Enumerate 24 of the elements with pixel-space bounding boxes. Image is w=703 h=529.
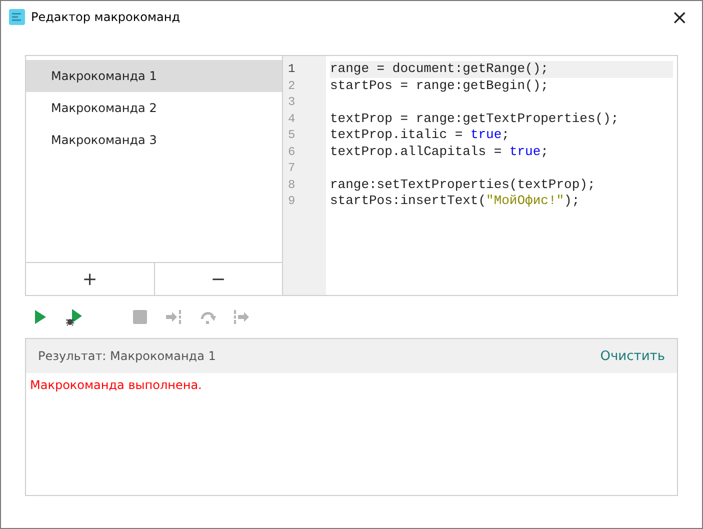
code-line: textProp.allCapitals = true; bbox=[330, 144, 550, 160]
debug-run-icon[interactable] bbox=[65, 308, 83, 326]
line-number: 8 bbox=[287, 176, 296, 193]
code-line: startPos:insertText("МойОфис!"); bbox=[330, 193, 581, 210]
line-number: 5 bbox=[287, 127, 296, 144]
result-message: Макрокоманда выполнена. bbox=[29, 377, 203, 394]
close-button[interactable]: × bbox=[665, 6, 694, 26]
macro-list-item[interactable]: Макрокоманда 3 bbox=[26, 124, 282, 156]
code-line: range:setTextProperties(textProp); bbox=[330, 176, 596, 193]
line-number: 6 bbox=[287, 144, 296, 160]
code-line: textProp.italic = true; bbox=[330, 127, 510, 144]
line-number: 7 bbox=[287, 160, 296, 176]
code-line: startPos = range:getBegin(); bbox=[330, 78, 550, 94]
macro-list-item[interactable]: Макрокоманда 1 bbox=[26, 60, 282, 92]
line-number: 3 bbox=[287, 94, 296, 110]
macro-list-item[interactable]: Макрокоманда 2 bbox=[26, 92, 282, 124]
line-number: 4 bbox=[287, 110, 296, 127]
window-title: Редактор макрокоманд bbox=[31, 10, 182, 24]
clear-button[interactable]: Очистить bbox=[600, 348, 665, 364]
line-number: 9 bbox=[287, 193, 296, 210]
result-title: Результат: Макрокоманда 1 bbox=[38, 349, 217, 363]
code-line: textProp = range:getTextProperties(); bbox=[330, 110, 620, 127]
line-number: 2 bbox=[287, 78, 296, 94]
line-number: 1 bbox=[287, 61, 296, 78]
